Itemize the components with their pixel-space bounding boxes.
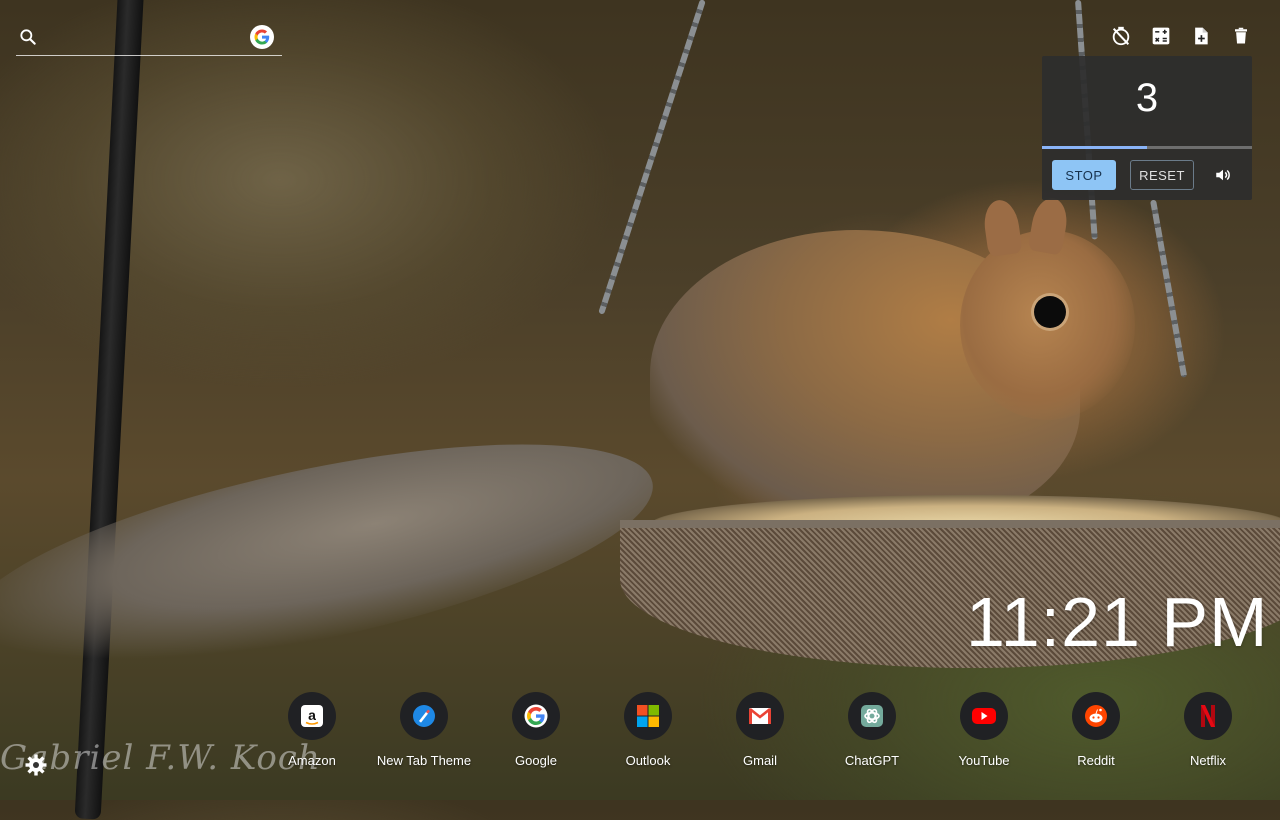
timer-count: 3 — [1135, 76, 1159, 120]
outlook-icon — [624, 692, 672, 740]
shortcut-chatgpt[interactable]: ChatGPT — [816, 692, 928, 768]
feeder-chain — [598, 0, 706, 315]
netflix-icon — [1184, 692, 1232, 740]
reset-button[interactable]: RESET — [1130, 160, 1194, 190]
timer-progress-fill — [1042, 146, 1147, 149]
gmail-icon — [736, 692, 784, 740]
shortcut-label: YouTube — [958, 753, 1010, 768]
shortcut-bar: a Amazon New Tab Theme Google Outlook Gm — [256, 692, 1264, 768]
shortcut-amazon[interactable]: a Amazon — [256, 692, 368, 768]
shortcut-youtube[interactable]: YouTube — [928, 692, 1040, 768]
shortcut-label: Google — [515, 753, 557, 768]
feeder-pole — [74, 0, 144, 820]
search-bar — [16, 20, 282, 56]
google-icon — [512, 692, 560, 740]
squirrel-eye — [1034, 296, 1066, 328]
shortcut-gmail[interactable]: Gmail — [704, 692, 816, 768]
shortcut-label: New Tab Theme — [376, 753, 472, 768]
chatgpt-icon — [848, 692, 896, 740]
reddit-icon — [1072, 692, 1120, 740]
feeder-chain — [1150, 199, 1188, 378]
shortcut-label: Netflix — [1189, 753, 1227, 768]
widget-toolbar — [1110, 24, 1252, 48]
shortcut-label: Amazon — [288, 753, 336, 768]
shortcut-new-tab-theme[interactable]: New Tab Theme — [368, 692, 480, 768]
new-tab-theme-icon — [400, 692, 448, 740]
shortcut-label: Reddit — [1077, 753, 1115, 768]
shortcut-google[interactable]: Google — [480, 692, 592, 768]
search-icon[interactable] — [18, 27, 38, 47]
timer-progress-bar — [1042, 146, 1252, 149]
timer-widget: 3 STOP RESET — [1042, 56, 1252, 200]
volume-icon[interactable] — [1212, 164, 1234, 186]
calculator-icon[interactable] — [1150, 24, 1172, 48]
clock: 11:21 PM — [966, 583, 1269, 661]
squirrel-ear — [981, 197, 1023, 258]
gear-icon[interactable] — [24, 753, 48, 777]
google-icon[interactable] — [250, 25, 274, 49]
amazon-icon: a — [288, 692, 336, 740]
shortcut-label: Gmail — [743, 753, 777, 768]
search-input[interactable] — [50, 26, 244, 50]
shortcut-label: Outlook — [625, 753, 671, 768]
timer-off-icon[interactable] — [1110, 24, 1132, 48]
shortcut-netflix[interactable]: Netflix — [1152, 692, 1264, 768]
youtube-icon — [960, 692, 1008, 740]
note-add-icon[interactable] — [1190, 24, 1212, 48]
shortcut-outlook[interactable]: Outlook — [592, 692, 704, 768]
svg-text:a: a — [308, 707, 316, 723]
shortcut-label: ChatGPT — [844, 753, 900, 768]
stop-button[interactable]: STOP — [1052, 160, 1116, 190]
shortcut-reddit[interactable]: Reddit — [1040, 692, 1152, 768]
delete-icon[interactable] — [1230, 24, 1252, 48]
